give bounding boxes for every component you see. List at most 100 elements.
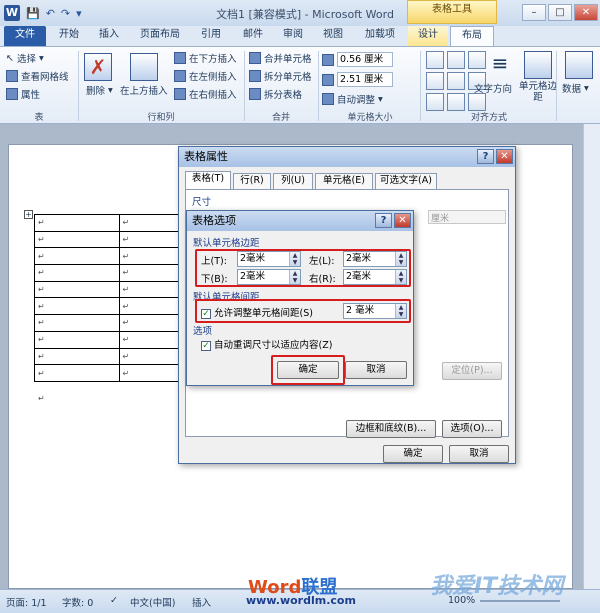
customize-qat-icon[interactable]: ▾ <box>76 7 82 20</box>
help-question-icon[interactable]: ? <box>477 149 494 164</box>
table-cell[interactable]: ↵ <box>34 364 120 382</box>
merge-cells-button[interactable]: 合并单元格 <box>249 51 312 65</box>
row-height-icon <box>322 53 334 66</box>
align-center-icon[interactable] <box>447 72 465 90</box>
ribbon-tab-row: 文件 开始 插入 页面布局 引用 邮件 审阅 视图 加载项 设计 布局 <box>0 26 600 46</box>
tab-row[interactable]: 行(R) <box>233 173 271 189</box>
preferred-width-unit-select[interactable]: 厘米 <box>428 210 506 224</box>
split-table-button[interactable]: 拆分表格 <box>249 87 302 101</box>
column-width-icon <box>322 73 334 86</box>
word-count[interactable]: 字数: 0 <box>62 595 93 609</box>
align-bottom-right-icon[interactable] <box>468 93 486 111</box>
table-cell[interactable]: ↵ <box>34 264 120 282</box>
table-tools-context-label: 表格工具 <box>407 0 497 24</box>
group-label-rows-cols: 行和列 <box>147 113 175 123</box>
delete-table-icon[interactable]: ✗ <box>84 53 112 81</box>
tab-page-layout[interactable]: 页面布局 <box>134 26 186 46</box>
tab-review[interactable]: 审阅 <box>276 26 310 46</box>
options-cancel-button[interactable]: 取消 <box>345 361 407 379</box>
autoresize-label: 自动重调尺寸以适应内容(Z) <box>214 340 333 351</box>
insert-right-button[interactable]: 在右侧插入 <box>174 87 237 101</box>
tab-alt-text[interactable]: 可选文字(A) <box>375 173 437 189</box>
data-icon[interactable] <box>565 51 593 79</box>
redo-icon[interactable]: ↷ <box>61 7 70 20</box>
proofing-icon[interactable]: ✓ <box>110 595 118 606</box>
cancel-button[interactable]: 取消 <box>449 445 509 463</box>
insert-below-label: 在下方插入 <box>189 54 237 65</box>
align-top-left-icon[interactable] <box>426 51 444 69</box>
table-cell[interactable]: ↵ <box>34 280 120 299</box>
paragraph-mark: ↵ <box>38 394 45 403</box>
align-top-center-icon[interactable] <box>447 51 465 69</box>
tab-column[interactable]: 列(U) <box>273 173 313 189</box>
text-direction-button[interactable]: 文字方向 <box>474 81 512 95</box>
insert-above-icon[interactable] <box>130 53 158 81</box>
maximize-button[interactable]: □ <box>548 4 572 21</box>
ok-button[interactable]: 确定 <box>383 445 443 463</box>
table-cell[interactable]: ↵ <box>34 314 120 332</box>
language-indicator[interactable]: 中文(中国) <box>130 595 175 609</box>
align-bottom-left-icon[interactable] <box>426 93 444 111</box>
group-label-cell-size: 单元格大小 <box>347 113 393 123</box>
quick-access-toolbar: W 💾 ↶ ↷ ▾ <box>4 4 82 22</box>
ribbon: ↖ 选择 ▾ 查看网格线 属性 表 ✗ 删除 ▾ 在上方插入 在下方插入 在左侧插入 … <box>0 46 600 124</box>
minimize-button[interactable]: – <box>522 4 546 21</box>
position-button[interactable]: 定位(P)... <box>442 362 502 380</box>
column-width-input[interactable]: 2.51 厘米 <box>337 72 393 87</box>
size-section-label: 尺寸 <box>192 197 212 208</box>
tab-table-layout[interactable]: 布局 <box>450 26 494 46</box>
align-bottom-center-icon[interactable] <box>447 93 465 111</box>
row-height-control: 0.56 厘米 <box>322 52 393 67</box>
table-cell[interactable]: ↵ <box>34 214 120 232</box>
dialog-close-icon[interactable]: ✕ <box>496 149 513 164</box>
tab-addins[interactable]: 加载项 <box>358 26 402 46</box>
cell-margins-icon[interactable] <box>524 51 552 79</box>
margins-highlight <box>195 249 411 287</box>
table-cell[interactable]: ↵ <box>34 297 120 316</box>
tab-insert[interactable]: 插入 <box>92 26 126 46</box>
page-count[interactable]: 页面: 1/1 <box>6 595 47 609</box>
delete-button[interactable]: 删除 ▾ <box>86 83 113 98</box>
undo-icon[interactable]: ↶ <box>46 7 55 20</box>
select-button[interactable]: ↖ 选择 ▾ <box>6 51 44 66</box>
insert-below-button[interactable]: 在下方插入 <box>174 51 237 65</box>
properties-button[interactable]: 属性 <box>6 87 40 101</box>
chevron-down-icon: ▾ <box>108 84 113 96</box>
tab-cell[interactable]: 单元格(E) <box>315 173 373 189</box>
view-gridlines-button[interactable]: 查看网格线 <box>6 69 69 83</box>
tab-table[interactable]: 表格(T) <box>185 171 231 190</box>
zoom-slider[interactable] <box>480 600 560 602</box>
insert-mode-indicator[interactable]: 插入 <box>192 595 211 609</box>
save-icon[interactable]: 💾 <box>26 7 40 20</box>
help-question-icon[interactable]: ? <box>375 213 392 228</box>
word-app-icon[interactable]: W <box>4 5 20 21</box>
table-cell[interactable]: ↵ <box>34 347 120 366</box>
align-top-right-icon[interactable] <box>468 51 486 69</box>
column-width-control: 2.51 厘米 <box>322 72 393 87</box>
vertical-scrollbar[interactable] <box>583 124 600 589</box>
tab-design[interactable]: 设计 <box>408 26 448 46</box>
tab-file[interactable]: 文件 <box>4 26 46 46</box>
tab-mailings[interactable]: 邮件 <box>236 26 270 46</box>
autoresize-checkbox[interactable]: ✓ 自动重调尺寸以适应内容(Z) <box>201 337 332 351</box>
table-move-handle-icon[interactable]: + <box>24 210 33 219</box>
data-button[interactable]: 数据 ▾ <box>562 81 589 96</box>
tab-view[interactable]: 视图 <box>316 26 350 46</box>
dialog-close-icon[interactable]: ✕ <box>394 213 411 228</box>
split-cells-button[interactable]: 拆分单元格 <box>249 69 312 83</box>
autofit-button[interactable]: 自动调整 ▾ <box>322 92 383 106</box>
table-cell[interactable]: ↵ <box>34 247 120 266</box>
table-cell[interactable]: ↵ <box>34 330 120 349</box>
text-direction-icon[interactable]: ≡ <box>486 51 514 79</box>
close-button[interactable]: ✕ <box>574 4 598 21</box>
cell-margins-button[interactable]: 单元格边距 <box>518 81 558 103</box>
row-height-input[interactable]: 0.56 厘米 <box>337 52 393 67</box>
insert-above-button[interactable]: 在上方插入 <box>120 83 168 97</box>
align-middle-left-icon[interactable] <box>426 72 444 90</box>
tab-home[interactable]: 开始 <box>52 26 86 46</box>
borders-shading-button[interactable]: 边框和底纹(B)... <box>346 420 436 438</box>
tab-references[interactable]: 引用 <box>194 26 228 46</box>
table-cell[interactable]: ↵ <box>34 230 120 249</box>
options-button[interactable]: 选项(O)... <box>442 420 502 438</box>
insert-left-button[interactable]: 在左侧插入 <box>174 69 237 83</box>
